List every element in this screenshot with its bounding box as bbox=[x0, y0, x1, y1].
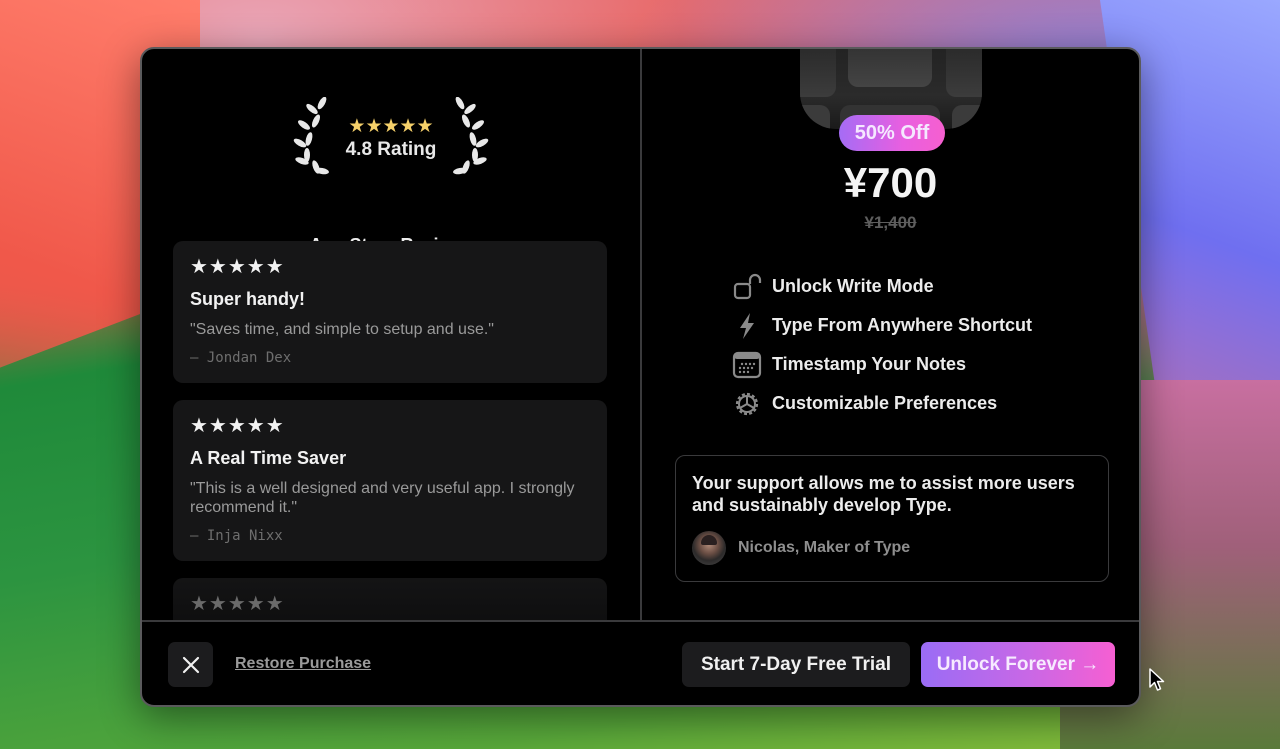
discount-badge: 50% Off bbox=[839, 115, 945, 151]
feature-item: Customizable Preferences bbox=[732, 384, 1032, 423]
gear-icon bbox=[732, 389, 762, 419]
close-button[interactable] bbox=[168, 642, 213, 687]
review-title: Super handy! bbox=[190, 289, 306, 309]
feature-label: Timestamp Your Notes bbox=[772, 354, 967, 374]
laurel-right-icon bbox=[453, 97, 489, 175]
feature-list: Unlock Write Mode Type From Anywhere Sho… bbox=[732, 267, 1032, 423]
review-stars: ★★★★★ bbox=[190, 415, 285, 437]
review-stars: ★★★★★ bbox=[190, 593, 285, 615]
bolt-icon bbox=[732, 311, 762, 341]
feature-item: Unlock Write Mode bbox=[732, 267, 1032, 306]
footer-bar: Restore Purchase Start 7-Day Free Trial … bbox=[142, 622, 1139, 705]
rating-value: 4.8 Rating bbox=[345, 139, 437, 160]
review-card: ★★★★★ A Real Time Saver "This is a well … bbox=[173, 400, 607, 561]
feature-label: Type From Anywhere Shortcut bbox=[772, 315, 1033, 335]
unlock-forever-button[interactable]: Unlock Forever → bbox=[921, 642, 1115, 687]
review-card-partial: ★★★★★ bbox=[173, 578, 607, 620]
review-stars: ★★★★★ bbox=[190, 256, 285, 278]
start-trial-button[interactable]: Start 7-Day Free Trial bbox=[682, 642, 910, 687]
review-title: A Real Time Saver bbox=[190, 448, 347, 468]
laurel-left-icon bbox=[293, 97, 329, 175]
review-body: "This is a well designed and very useful… bbox=[190, 480, 575, 516]
review-card: ★★★★★ Super handy! "Saves time, and simp… bbox=[173, 241, 607, 383]
mouse-cursor-icon bbox=[1149, 668, 1165, 691]
feature-label: Customizable Preferences bbox=[772, 393, 998, 413]
avatar bbox=[692, 531, 726, 565]
developer-signature: Nicolas, Maker of Type bbox=[692, 531, 1092, 565]
unlock-icon bbox=[732, 272, 762, 302]
developer-note: Your support allows me to assist more us… bbox=[675, 455, 1109, 582]
feature-label: Unlock Write Mode bbox=[772, 276, 934, 296]
original-price: ¥1,400 bbox=[864, 213, 917, 232]
developer-name: Nicolas, Maker of Type bbox=[738, 539, 911, 556]
rating-summary: ★★★★★ 4.8 Rating App Store Reviews bbox=[142, 97, 640, 255]
developer-message: Your support allows me to assist more us… bbox=[692, 473, 1075, 515]
calendar-icon bbox=[732, 350, 762, 380]
review-author: — Jondan Dex bbox=[190, 350, 292, 366]
feature-item: Type From Anywhere Shortcut bbox=[732, 306, 1032, 345]
paywall-window: ★★★★★ 4.8 Rating App Store Reviews bbox=[140, 47, 1141, 707]
review-body: "Saves time, and simple to setup and use… bbox=[190, 321, 494, 338]
close-icon bbox=[182, 656, 199, 673]
reviews-panel: ★★★★★ 4.8 Rating App Store Reviews bbox=[142, 49, 640, 620]
rating-stars: ★★★★★ bbox=[348, 116, 434, 137]
price: ¥700 bbox=[843, 159, 938, 206]
restore-purchase-link[interactable]: Restore Purchase bbox=[235, 655, 371, 673]
review-author: — Inja Nixx bbox=[190, 528, 283, 544]
offer-panel: 50% Off ¥700 ¥1,400 Unlock Write Mode Ty… bbox=[642, 49, 1139, 620]
feature-item: Timestamp Your Notes bbox=[732, 345, 1032, 384]
